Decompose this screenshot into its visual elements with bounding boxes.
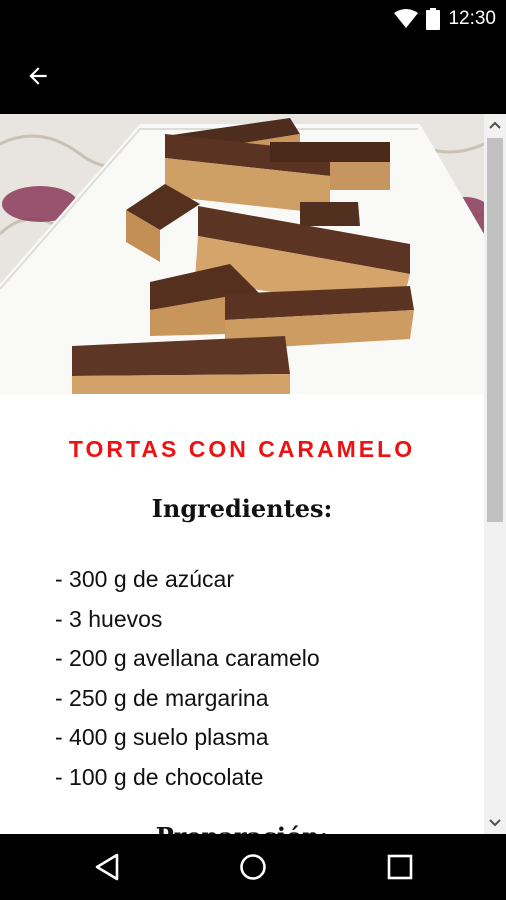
wifi-icon: [394, 9, 419, 28]
home-circle-icon: [240, 854, 266, 880]
recipe-photo: [0, 114, 484, 394]
status-bar: 12:30: [0, 0, 506, 38]
nav-recents-button[interactable]: [370, 847, 430, 887]
app-bar: [0, 38, 506, 114]
back-triangle-icon: [95, 853, 119, 881]
ingredient-item: - 100 g de chocolate: [55, 763, 264, 790]
back-button[interactable]: [14, 56, 62, 96]
ingredient-list: - 300 g de azúcar - 3 huevos - 200 g ave…: [55, 560, 320, 797]
nav-home-button[interactable]: [223, 847, 283, 887]
ingredient-item: - 3 huevos: [55, 605, 163, 632]
status-icons: 12:30: [394, 0, 496, 38]
scroll-thumb[interactable]: [487, 138, 503, 522]
ingredient-item: - 300 g de azúcar: [55, 566, 235, 592]
chevron-up-icon: [489, 121, 501, 129]
ingredient-item: - 250 g de margarina: [55, 684, 269, 711]
arrow-left-icon: [29, 67, 47, 85]
preparation-heading: Preparación:: [0, 822, 484, 834]
recents-square-icon: [387, 854, 413, 880]
battery-icon: [426, 8, 441, 30]
ingredient-item: - 200 g avellana caramelo: [55, 645, 320, 671]
ingredient-item: - 400 g suelo plasma: [55, 724, 269, 750]
scroll-down-button[interactable]: [484, 812, 506, 834]
ingredients-heading: Ingredientes:: [151, 494, 333, 523]
scrollbar[interactable]: [484, 114, 506, 834]
navigation-bar: [0, 834, 506, 900]
nav-back-button[interactable]: [77, 847, 137, 887]
chevron-down-icon: [489, 819, 501, 827]
status-time: 12:30: [448, 8, 496, 29]
recipe-title: TORTAS CON CARAMELO: [68, 436, 416, 462]
scroll-up-button[interactable]: [484, 114, 506, 136]
recipe-content[interactable]: TORTAS CON CARAMELO Ingredientes: - 300 …: [0, 114, 506, 834]
